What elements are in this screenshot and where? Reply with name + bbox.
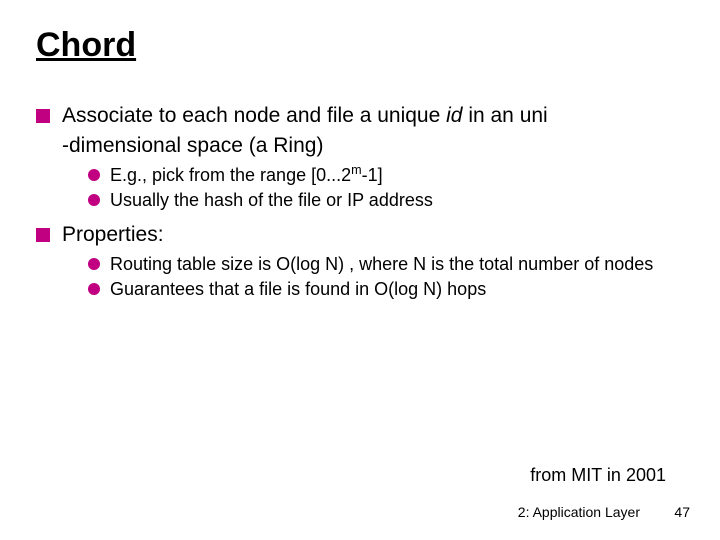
text-run: -dimensional space (a Ring) — [62, 134, 323, 157]
text-run: Routing table size is O(log N) , where N… — [110, 254, 653, 274]
circle-bullet-icon — [88, 283, 100, 295]
bullet-properties: Properties: — [36, 222, 684, 248]
page-number: 47 — [674, 504, 690, 520]
text-run: Usually the hash of the file or IP addre… — [110, 190, 433, 210]
circle-bullet-icon — [88, 258, 100, 270]
bullet-associate-cont: -dimensional space (a Ring) — [36, 133, 684, 159]
subbullet-range: E.g., pick from the range [0...2m-1] — [88, 164, 684, 187]
slide-title: Chord — [36, 26, 684, 65]
text-run-italic: id — [446, 104, 462, 127]
text-run: Properties: — [62, 223, 164, 246]
subbullets-associate: E.g., pick from the range [0...2m-1] Usu… — [88, 164, 684, 213]
circle-bullet-icon — [88, 169, 100, 181]
slide: Chord Associate to each node and file a … — [0, 0, 720, 540]
footer-label: 2: Application Layer — [518, 504, 640, 520]
square-bullet-icon — [36, 228, 50, 242]
subbullet-hash: Usually the hash of the file or IP addre… — [88, 189, 684, 212]
text-run: Guarantees that a file is found in O(log… — [110, 279, 486, 299]
text-run: in an uni — [462, 104, 547, 127]
circle-bullet-icon — [88, 194, 100, 206]
text-run: E.g., pick from the range [0...2 — [110, 165, 351, 185]
subbullets-properties: Routing table size is O(log N) , where N… — [88, 253, 684, 302]
text-run: -1] — [362, 165, 383, 185]
superscript: m — [351, 163, 362, 177]
attribution-text: from MIT in 2001 — [530, 465, 666, 486]
subbullet-hops: Guarantees that a file is found in O(log… — [88, 278, 684, 301]
subbullet-table-size: Routing table size is O(log N) , where N… — [88, 253, 684, 276]
bullet-associate: Associate to each node and file a unique… — [36, 103, 684, 129]
text-run: Associate to each node and file a unique — [62, 104, 446, 127]
slide-body: Associate to each node and file a unique… — [36, 103, 684, 301]
square-bullet-icon — [36, 109, 50, 123]
